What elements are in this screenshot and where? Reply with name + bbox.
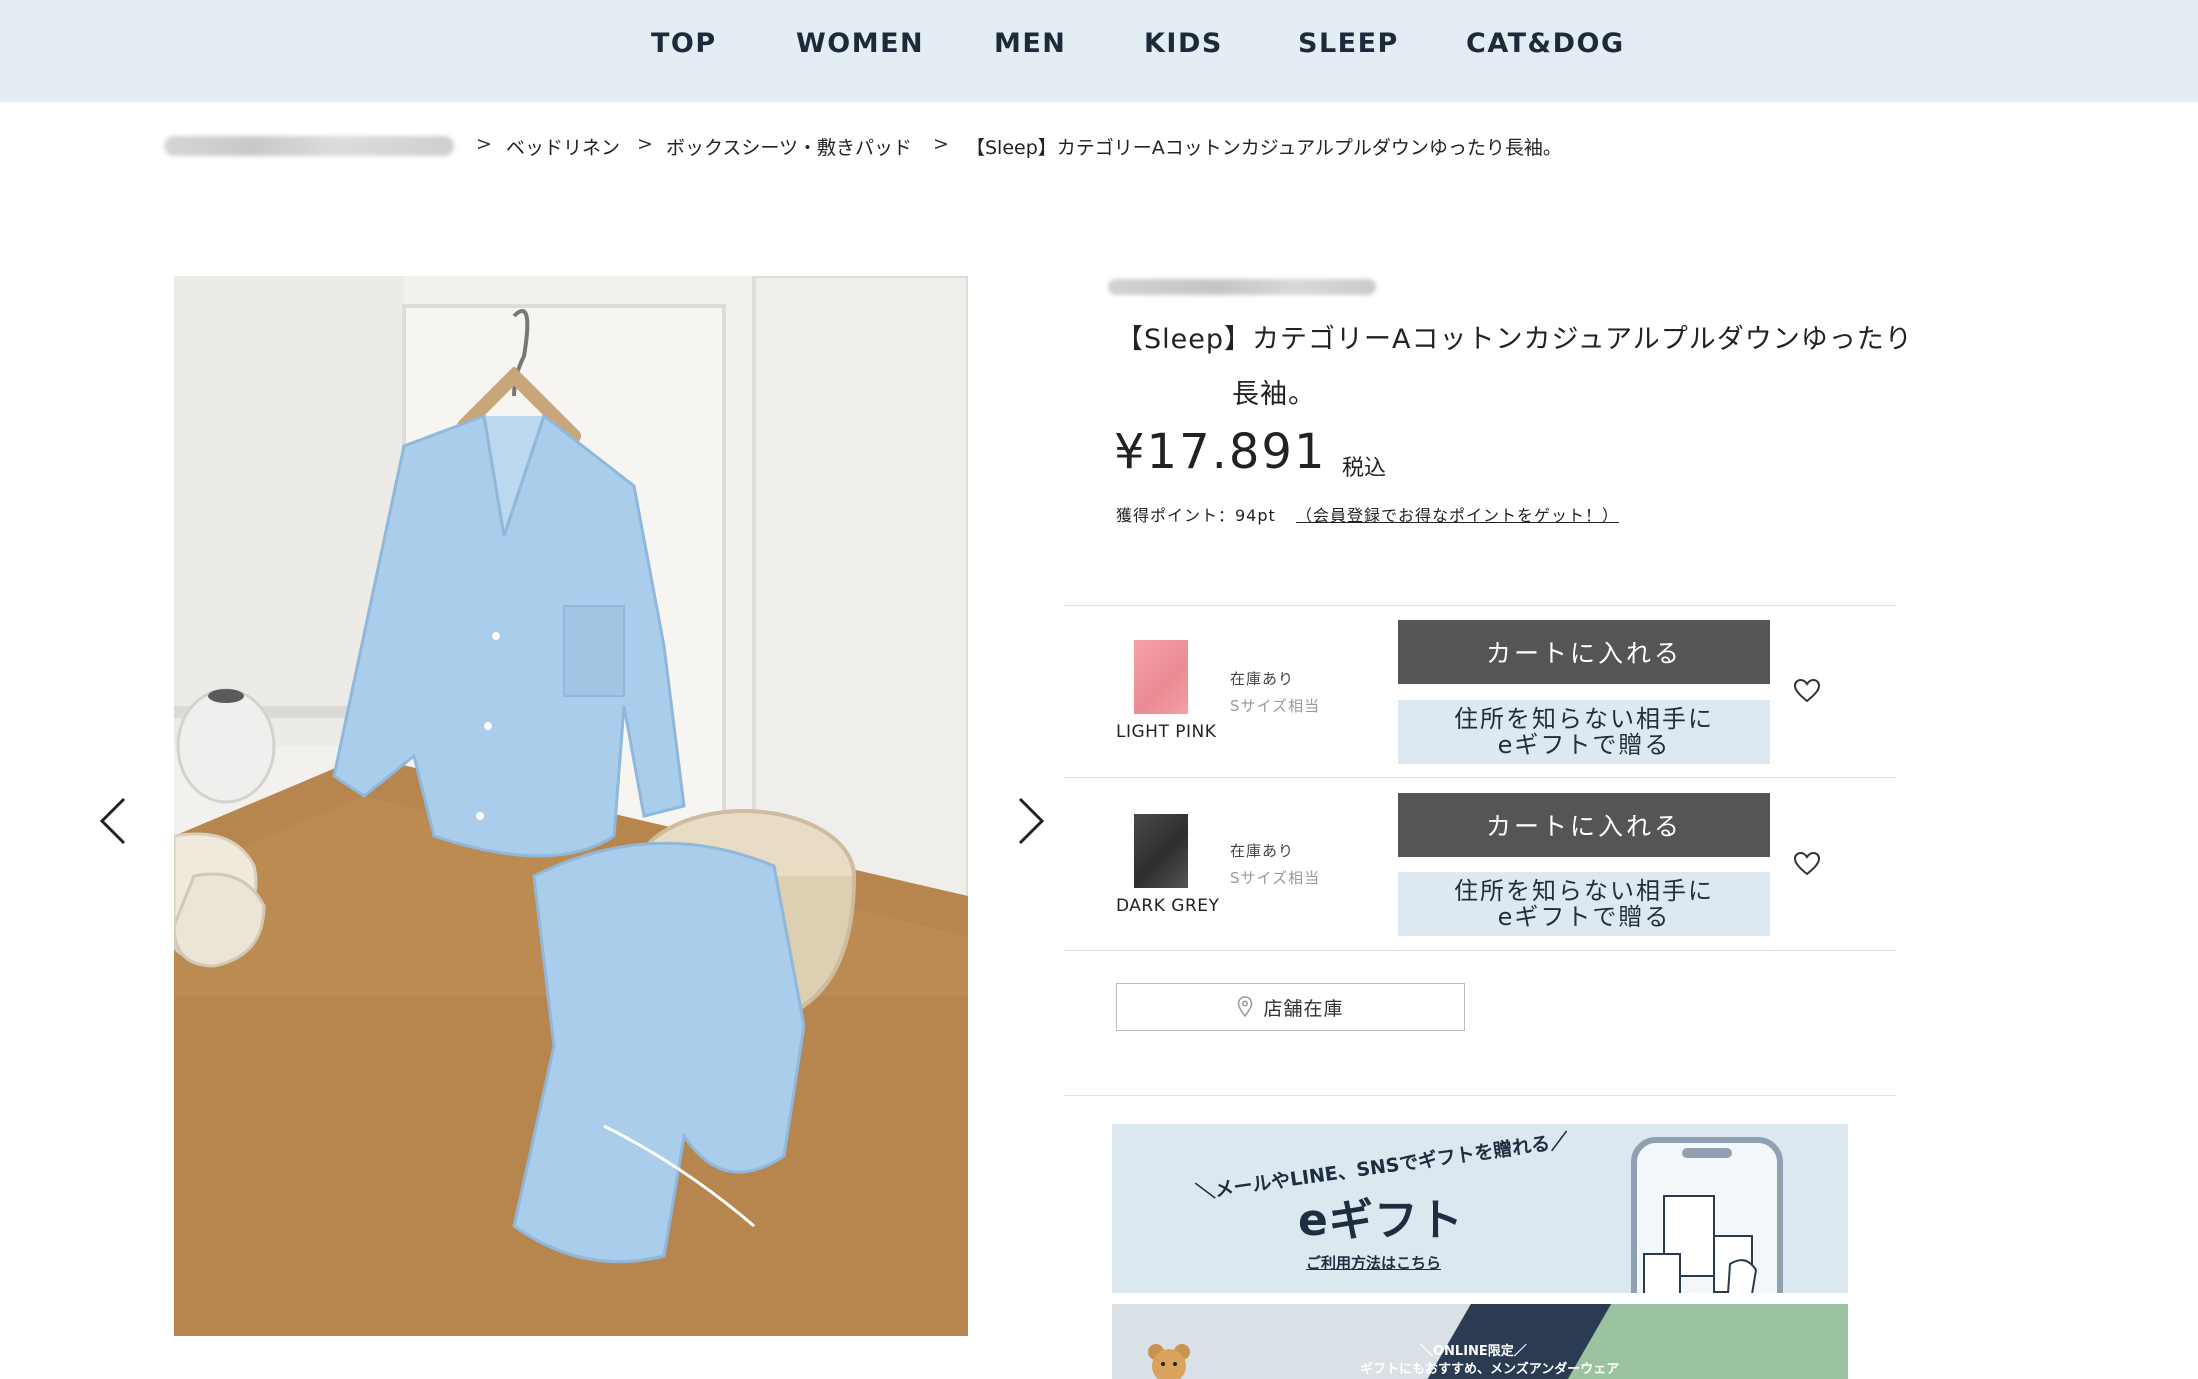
favorite-heart-icon[interactable] — [1793, 677, 1821, 705]
location-pin-icon — [1238, 996, 1253, 1018]
product-photo-illustration — [174, 276, 968, 1336]
nav-kids[interactable]: KIDS — [1144, 28, 1223, 59]
stock-status: 在庫あり — [1230, 670, 1295, 688]
divider — [1064, 1095, 1896, 1096]
underwear-banner-subtitle: ギフトにもおすすめ、メンズアンダーウェア — [1360, 1362, 1620, 1377]
underwear-banner-label: ＼ONLINE限定／ — [1420, 1344, 1527, 1359]
teddy-bear-icon — [1148, 1344, 1190, 1379]
egift-button[interactable]: 住所を知らない相手に eギフトで贈る — [1398, 872, 1770, 936]
egift-button-line1: 住所を知らない相手に — [1454, 705, 1714, 733]
breadcrumb-current: 【Sleep】カテゴリーAコットンカジュアルプルダウンゆったり長袖。 — [966, 137, 1562, 159]
divider — [1064, 605, 1896, 606]
nav-cat-dog[interactable]: CAT&DOG — [1466, 28, 1625, 59]
previous-image-arrow-icon[interactable] — [90, 791, 136, 851]
product-price: ¥17.891 — [1114, 424, 1327, 480]
breadcrumb-bed-linen[interactable]: ベッドリネン — [506, 133, 620, 160]
tax-label: 税込 — [1342, 456, 1387, 481]
underwear-banner[interactable]: ＼ONLINE限定／ ギフトにもおすすめ、メンズアンダーウェア — [1112, 1304, 1848, 1379]
brand-name-redacted — [1108, 279, 1376, 295]
nav-top[interactable]: TOP — [651, 28, 717, 59]
color-name: LIGHT PINK — [1116, 722, 1217, 742]
egift-button[interactable]: 住所を知らない相手に eギフトで贈る — [1398, 700, 1770, 764]
color-swatch-light-pink[interactable] — [1134, 640, 1188, 714]
color-swatch-dark-grey[interactable] — [1134, 814, 1188, 888]
nav-sleep[interactable]: SLEEP — [1298, 28, 1399, 59]
store-stock-label: 店舗在庫 — [1263, 997, 1344, 1020]
breadcrumb-separator: > — [637, 133, 653, 155]
egift-button-line2: eギフトで贈る — [1497, 731, 1671, 759]
member-signup-points-link[interactable]: （会員登録でお得なポイントをゲット！） — [1296, 502, 1619, 526]
product-title: 【Sleep】カテゴリーAコットンカジュアルプルダウンゆったり — [1116, 324, 1913, 355]
nav-men[interactable]: MEN — [994, 28, 1066, 59]
favorite-heart-icon[interactable] — [1793, 850, 1821, 878]
divider — [1064, 777, 1896, 778]
nav-women[interactable]: WOMEN — [796, 28, 924, 59]
next-image-arrow-icon[interactable] — [1008, 791, 1054, 851]
divider — [1064, 950, 1896, 951]
egift-banner-title: eギフト — [1298, 1195, 1464, 1246]
breadcrumb-redacted — [164, 136, 454, 156]
add-to-cart-button[interactable]: カートに入れる — [1398, 620, 1770, 684]
size-note: Sサイズ相当 — [1230, 697, 1321, 715]
color-name: DARK GREY — [1116, 896, 1220, 916]
breadcrumb-separator: > — [476, 133, 492, 155]
store-stock-button[interactable]: 店舗在庫 — [1116, 983, 1465, 1031]
egift-button-line1: 住所を知らない相手に — [1454, 877, 1714, 905]
points-label: 獲得ポイント：94pt — [1116, 506, 1276, 525]
egift-banner[interactable]: ＼メールやLINE、SNSでギフトを贈れる／ eギフト ご利用方法はこちら — [1112, 1124, 1848, 1293]
add-to-cart-button[interactable]: カートに入れる — [1398, 793, 1770, 857]
breadcrumb-box-sheets[interactable]: ボックスシーツ・敷きパッド — [666, 133, 912, 160]
breadcrumb-separator: > — [933, 133, 949, 155]
egift-button-line2: eギフトで贈る — [1497, 903, 1671, 931]
product-title-line2: 長袖。 — [1232, 379, 1316, 410]
phone-gift-illustration-icon — [1631, 1137, 1783, 1293]
product-image[interactable] — [174, 276, 968, 1336]
stock-status: 在庫あり — [1230, 842, 1295, 860]
egift-banner-link[interactable]: ご利用方法はこちら — [1306, 1252, 1441, 1273]
size-note: Sサイズ相当 — [1230, 869, 1321, 887]
top-nav: TOP WOMEN MEN KIDS SLEEP CAT&DOG — [0, 0, 2198, 102]
